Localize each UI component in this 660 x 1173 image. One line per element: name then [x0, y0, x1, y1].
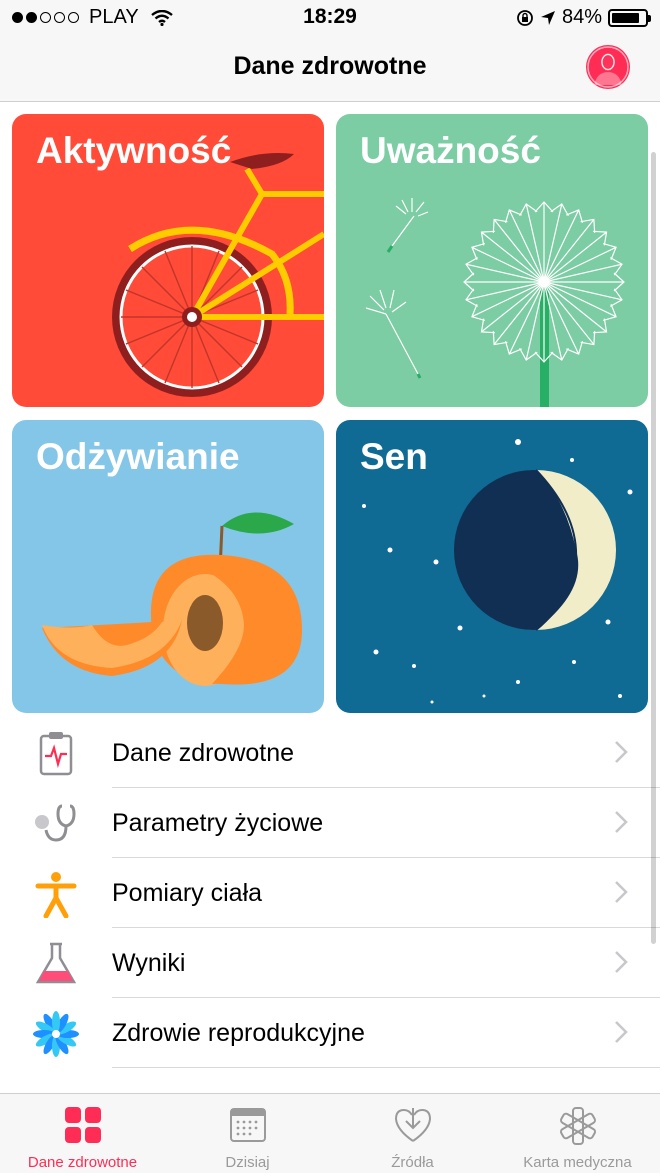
health-categories-list: Dane zdrowotne Parametry życiowe Pomiary… — [0, 718, 660, 1068]
battery-fill — [612, 12, 639, 23]
scroll-indicator[interactable] — [651, 152, 656, 944]
tab-label: Źródła — [391, 1154, 434, 1171]
tile-title: Aktywność — [36, 130, 232, 171]
stethoscope-icon — [35, 804, 76, 842]
chevron-right-icon — [615, 741, 628, 763]
tab-health-data[interactable]: Dane zdrowotne — [0, 1094, 165, 1173]
rotation-lock-icon — [517, 9, 533, 26]
asterisk-icon — [559, 1107, 596, 1145]
battery-percent: 84% — [561, 6, 602, 28]
list-item-results[interactable]: Wyniki — [0, 928, 660, 998]
tab-label: Dane zdrowotne — [27, 1154, 138, 1171]
tab-today[interactable]: Dzisiaj — [165, 1094, 330, 1173]
calendar-icon — [229, 1108, 266, 1142]
list-item-body-measurements[interactable]: Pomiary ciała — [0, 858, 660, 928]
flask-icon — [35, 942, 77, 984]
tab-medical-id[interactable]: Karta medyczna — [495, 1094, 660, 1173]
tile-title: Odżywianie — [36, 436, 240, 477]
separator — [112, 1067, 660, 1068]
tile-activity[interactable]: Aktywność — [12, 114, 324, 407]
status-bar: PLAY 18:29 84% — [0, 0, 660, 36]
flower-icon — [33, 1011, 79, 1057]
tab-sources[interactable]: Źródła — [330, 1094, 495, 1173]
heart-download-icon — [394, 1108, 431, 1142]
tab-label: Dzisiaj — [225, 1154, 270, 1171]
tile-title: Uważność — [360, 130, 541, 171]
chevron-right-icon — [615, 881, 628, 903]
chevron-right-icon — [615, 1021, 628, 1043]
tile-mindfulness[interactable]: Uważność — [336, 114, 648, 407]
page-title: Dane zdrowotne — [233, 52, 427, 80]
tab-bar: Dane zdrowotne Dzisiaj Źródła Karta medy… — [0, 1093, 660, 1173]
status-right: 84% — [516, 6, 651, 29]
list-item-reproductive-health[interactable]: Zdrowie reprodukcyjne — [0, 998, 660, 1068]
list-item-health-data[interactable]: Dane zdrowotne — [0, 718, 660, 788]
tab-label: Karta medyczna — [523, 1154, 632, 1171]
tile-sleep[interactable]: Sen — [336, 420, 648, 713]
profile-button[interactable] — [586, 45, 630, 89]
chevron-right-icon — [615, 811, 628, 833]
list-item-label: Wyniki — [112, 949, 186, 977]
navigation-bar: Dane zdrowotne — [0, 36, 660, 102]
grid-icon — [64, 1107, 101, 1143]
location-arrow-icon — [540, 10, 555, 25]
list-item-label: Zdrowie reprodukcyjne — [112, 1019, 365, 1047]
chevron-right-icon — [615, 951, 628, 973]
tile-title: Sen — [360, 436, 428, 477]
tile-nutrition[interactable]: Odżywianie — [12, 420, 324, 713]
list-item-label: Pomiary ciała — [112, 879, 263, 907]
body-figure-icon — [35, 872, 77, 918]
person-icon — [587, 46, 629, 88]
battery-icon — [608, 8, 651, 27]
list-item-vitals[interactable]: Parametry życiowe — [0, 788, 660, 858]
list-item-label: Parametry życiowe — [112, 809, 324, 837]
list-item-label: Dane zdrowotne — [112, 739, 295, 767]
clipboard-heartbeat-icon — [39, 732, 73, 776]
